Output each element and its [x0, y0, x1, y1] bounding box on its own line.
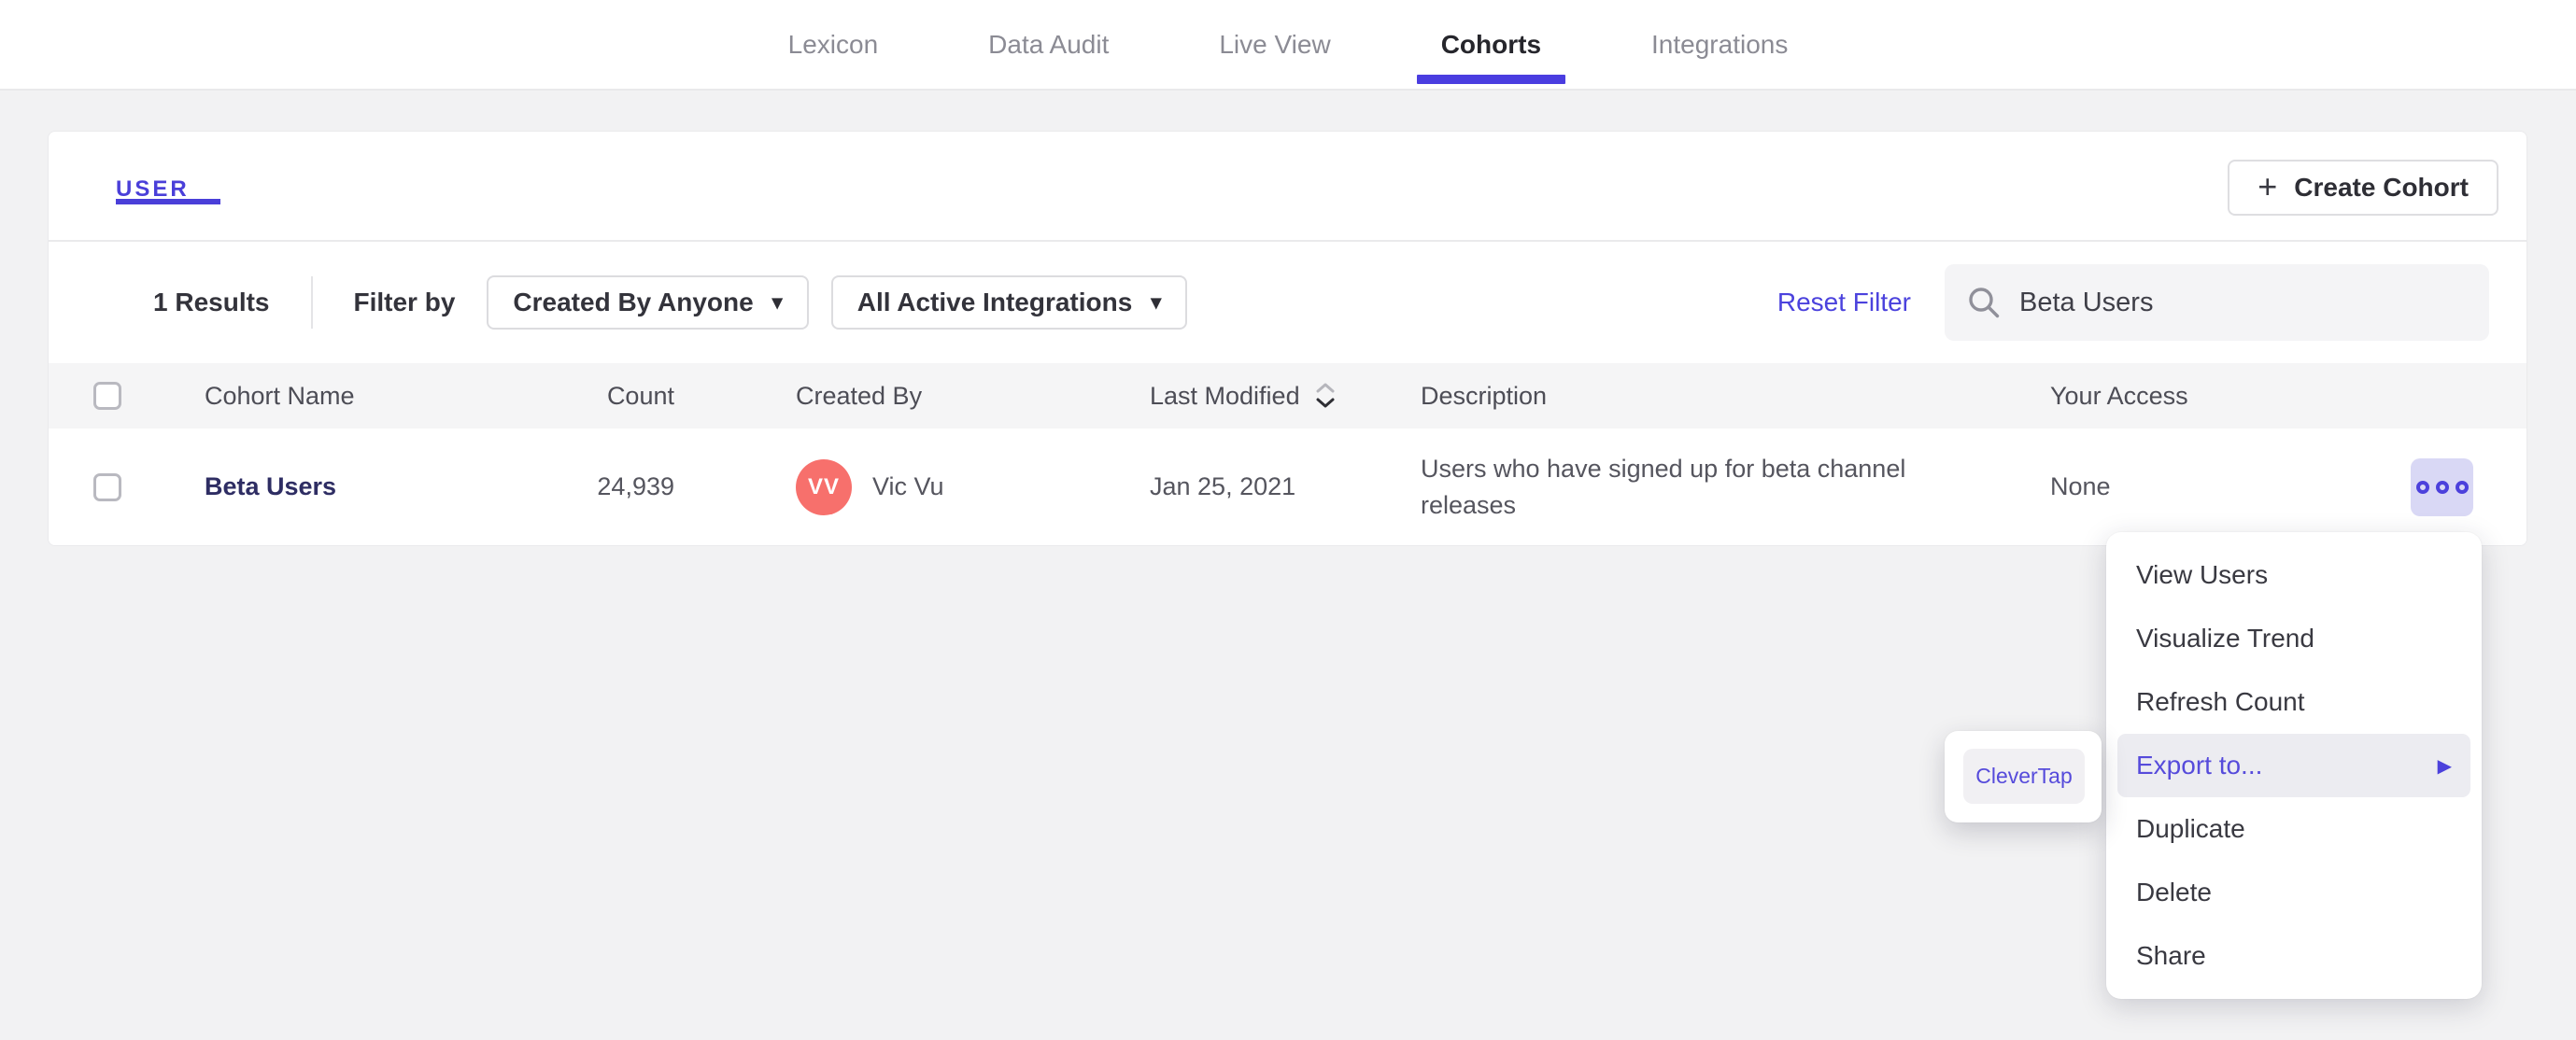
tab-user-label: USER [116, 176, 190, 202]
submenu-arrow-icon: ▶ [2437, 755, 2452, 777]
menu-item-duplicate[interactable]: Duplicate [2106, 797, 2482, 861]
header-description: Description [1421, 381, 1548, 410]
create-cohort-button[interactable]: + Create Cohort [2228, 160, 2498, 216]
header-last-modified[interactable]: Last Modified [1150, 381, 1421, 411]
tab-cohorts[interactable]: Cohorts [1416, 0, 1566, 89]
tab-lexicon[interactable]: Lexicon [764, 0, 903, 89]
creator-name: Vic Vu [872, 472, 944, 500]
menu-item-label: Duplicate [2136, 814, 2245, 843]
tab-live-view[interactable]: Live View [1195, 0, 1354, 89]
select-all-checkbox[interactable] [93, 382, 121, 410]
tab-label: Lexicon [787, 29, 879, 59]
create-cohort-label: Create Cohort [2294, 173, 2469, 202]
search-box[interactable] [1945, 264, 2489, 341]
filter-bar: 1 Results Filter by Created By Anyone ▾ … [49, 242, 2526, 363]
more-dot-icon [2455, 480, 2469, 494]
chevron-down-icon: ▾ [1151, 290, 1162, 314]
menu-item-export-to[interactable]: Export to... ▶ [2117, 734, 2470, 797]
top-nav: Lexicon Data Audit Live View Cohorts Int… [0, 0, 2576, 91]
menu-item-share[interactable]: Share [2106, 924, 2482, 988]
integrations-dropdown-value: All Active Integrations [856, 288, 1133, 316]
table-row: Beta Users 24,939 VV Vic Vu Jan 25, 2021… [49, 429, 2526, 545]
cohort-name-cell: Beta Users [205, 472, 536, 501]
sort-icon[interactable] [1313, 381, 1338, 411]
search-input[interactable] [2019, 287, 2467, 318]
row-checkbox-cell [49, 472, 205, 501]
submenu-item-label: CleverTap [1975, 764, 2073, 788]
menu-item-delete[interactable]: Delete [2106, 861, 2482, 924]
menu-item-label: Export to... [2136, 751, 2263, 780]
cohort-type-tabbar: USER + Create Cohort [49, 132, 2526, 242]
row-checkbox[interactable] [93, 472, 121, 501]
chevron-down-icon: ▾ [771, 290, 783, 314]
actions-cell [2411, 457, 2526, 516]
created-by-dropdown-value: Created By Anyone [513, 288, 754, 316]
menu-item-label: Refresh Count [2136, 687, 2305, 716]
cohorts-screen: Lexicon Data Audit Live View Cohorts Int… [0, 0, 2576, 1040]
search-icon [1969, 288, 2000, 318]
cohorts-card: USER + Create Cohort 1 Results Filter by… [48, 131, 2527, 546]
row-context-menu: View Users Visualize Trend Refresh Count… [2106, 532, 2482, 999]
tab-label: Cohorts [1440, 29, 1542, 59]
more-dot-icon [2415, 480, 2429, 494]
header-last-modified-label: Last Modified [1150, 381, 1300, 410]
header-your-access: Your Access [2050, 381, 2188, 410]
user-tab-underline [116, 199, 220, 204]
avatar: VV [796, 458, 852, 515]
menu-item-label: View Users [2136, 560, 2269, 589]
divider [310, 276, 313, 329]
header-cohort-name: Cohort Name [205, 381, 355, 410]
header-count: Count [606, 381, 674, 410]
tab-integrations[interactable]: Integrations [1627, 0, 1812, 89]
your-access-cell: None [2050, 472, 2111, 500]
results-count: 1 Results [153, 288, 270, 316]
table-header-row: Cohort Name Count Created By Last Modifi… [49, 363, 2526, 429]
filter-by-label: Filter by [353, 288, 456, 316]
active-tab-underline [1416, 75, 1566, 84]
header-checkbox-cell [49, 382, 205, 410]
cohort-name-link[interactable]: Beta Users [205, 472, 336, 500]
export-submenu: CleverTap [1945, 731, 2102, 822]
integrations-dropdown[interactable]: All Active Integrations ▾ [830, 275, 1188, 330]
menu-item-label: Visualize Trend [2136, 624, 2314, 653]
tab-label: Integrations [1651, 29, 1789, 59]
tab-label: Data Audit [988, 29, 1110, 59]
tab-user[interactable]: USER [116, 176, 220, 204]
tab-data-audit[interactable]: Data Audit [964, 0, 1133, 89]
description-cell: Users who have signed up for beta channe… [1421, 454, 1906, 519]
created-by-cell: VV Vic Vu [676, 458, 1150, 515]
menu-item-label: Share [2136, 941, 2206, 970]
plus-icon: + [2258, 166, 2278, 205]
tab-label: Live View [1219, 29, 1331, 59]
menu-item-label: Delete [2136, 878, 2212, 906]
more-dot-icon [2435, 480, 2449, 494]
more-actions-button[interactable] [2411, 457, 2473, 516]
menu-item-view-users[interactable]: View Users [2106, 543, 2482, 607]
created-by-dropdown[interactable]: Created By Anyone ▾ [487, 275, 809, 330]
last-modified-cell: Jan 25, 2021 [1150, 472, 1296, 500]
menu-item-refresh-count[interactable]: Refresh Count [2106, 670, 2482, 734]
menu-item-visualize-trend[interactable]: Visualize Trend [2106, 607, 2482, 670]
submenu-item-clevertap[interactable]: CleverTap [1963, 749, 2085, 804]
reset-filter-link[interactable]: Reset Filter [1777, 288, 1911, 317]
count-cell: 24,939 [597, 472, 674, 500]
header-created-by: Created By [796, 381, 923, 410]
